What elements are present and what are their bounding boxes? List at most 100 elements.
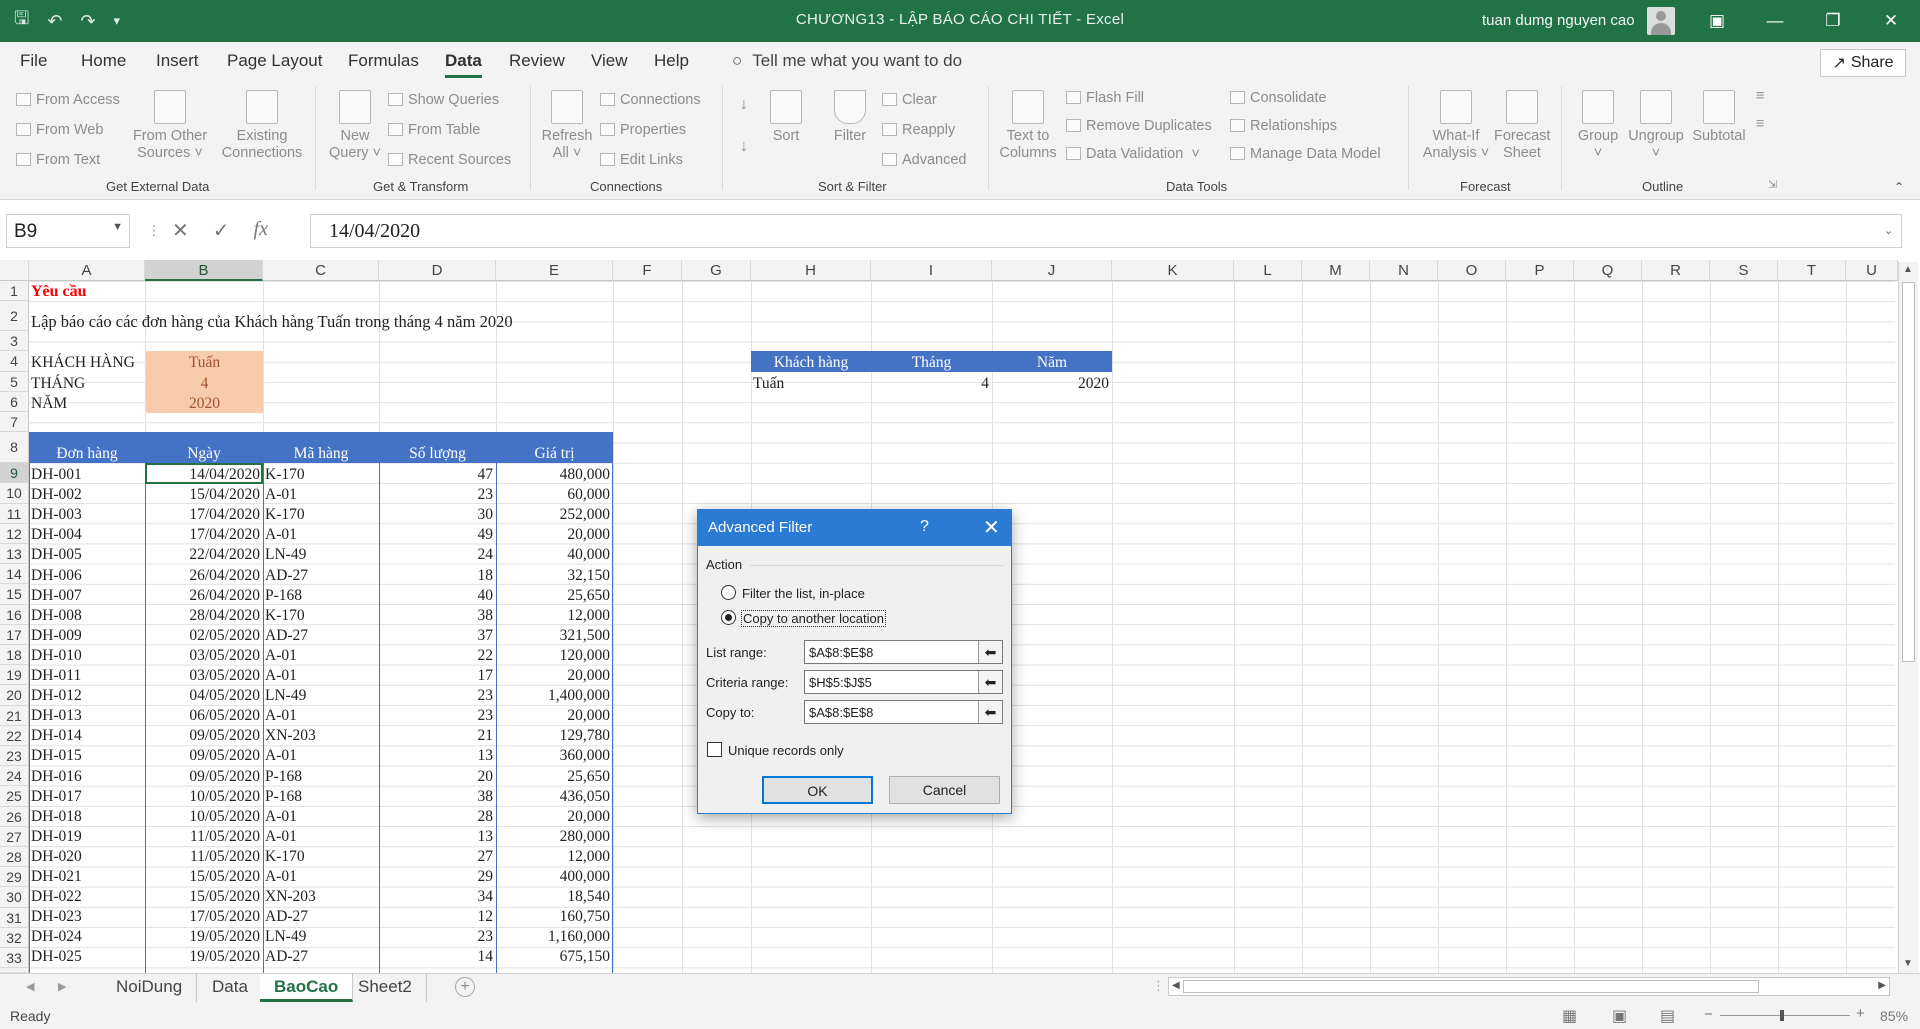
table-cell[interactable]: 03/05/2020	[145, 645, 263, 665]
table-cell[interactable]: P-168	[263, 786, 379, 806]
sort-z-a-button[interactable]: ↓	[734, 138, 754, 155]
vertical-scroll-thumb[interactable]	[1902, 282, 1915, 662]
year-value[interactable]: 2020	[146, 393, 263, 413]
text-to-columns-button[interactable]: Text to Columns	[996, 90, 1060, 162]
zoom-in-icon[interactable]: +	[1856, 1005, 1865, 1022]
scroll-right-icon[interactable]: ▶	[1878, 980, 1886, 991]
restore-ribbon-icon[interactable]: ▣	[1688, 0, 1746, 42]
column-header[interactable]: S	[1710, 260, 1778, 281]
row-header[interactable]: 13	[0, 544, 29, 565]
row-header[interactable]: 10	[0, 483, 29, 504]
table-cell[interactable]: 20,000	[496, 806, 613, 826]
table-cell[interactable]: DH-015	[29, 745, 145, 765]
column-header[interactable]: B	[145, 260, 263, 281]
from-other-sources-button[interactable]: From Other Sources ˅	[128, 90, 212, 162]
row-header[interactable]: 5	[0, 371, 29, 392]
filter-button[interactable]: Filter	[826, 90, 874, 145]
tab-data[interactable]: Data	[445, 51, 482, 78]
table-cell[interactable]: DH-017	[29, 786, 145, 806]
maximize-icon[interactable]: ❐	[1804, 0, 1862, 42]
table-cell[interactable]: DH-014	[29, 725, 145, 745]
sheet-tab-sheet2[interactable]: Sheet2	[344, 974, 427, 1002]
table-cell[interactable]: 22	[379, 645, 496, 665]
avatar[interactable]	[1647, 7, 1675, 35]
table-cell[interactable]: 37	[379, 625, 496, 645]
table-cell[interactable]: 29	[379, 866, 496, 886]
table-cell[interactable]: 11/05/2020	[145, 846, 263, 866]
from-table-button[interactable]: From Table	[388, 122, 480, 138]
column-header[interactable]: G	[682, 260, 751, 281]
table-cell[interactable]: A-01	[263, 745, 379, 765]
table-cell[interactable]: 252,000	[496, 504, 613, 524]
table-cell[interactable]: 10/05/2020	[145, 806, 263, 826]
table-cell[interactable]: 47	[379, 464, 496, 484]
customer-value[interactable]: Tuấn	[146, 352, 263, 372]
row-header[interactable]: 8	[0, 432, 29, 464]
collapse-ribbon-icon[interactable]: ⌃	[1894, 180, 1904, 194]
table-cell[interactable]: 20,000	[496, 524, 613, 544]
tab-page-layout[interactable]: Page Layout	[227, 51, 322, 71]
select-all-corner[interactable]	[0, 260, 29, 281]
table-cell[interactable]: LN-49	[263, 685, 379, 705]
criteria-range-input[interactable]: $H$5:$J$5 ⬅	[804, 670, 1003, 694]
copy-to-picker-icon[interactable]: ⬅	[978, 701, 1002, 723]
table-cell[interactable]: K-170	[263, 464, 379, 484]
table-cell[interactable]: 1,160,000	[496, 926, 613, 946]
tab-insert[interactable]: Insert	[156, 51, 199, 71]
column-header[interactable]: K	[1112, 260, 1234, 281]
table-cell[interactable]: A-01	[263, 806, 379, 826]
table-cell[interactable]: 12,000	[496, 605, 613, 625]
show-detail-icon[interactable]: ≡	[1756, 88, 1764, 104]
expand-formula-bar-icon[interactable]: ⌄	[1884, 224, 1893, 237]
column-header[interactable]: M	[1302, 260, 1370, 281]
properties-button[interactable]: Properties	[600, 122, 686, 138]
column-header[interactable]: P	[1506, 260, 1574, 281]
table-cell[interactable]: DH-020	[29, 846, 145, 866]
filter-in-place-radio[interactable]	[721, 585, 736, 600]
list-range-input[interactable]: $A$8:$E$8 ⬅	[804, 640, 1003, 664]
row-header[interactable]: 18	[0, 645, 29, 666]
table-cell[interactable]: 03/05/2020	[145, 665, 263, 685]
page-break-view-icon[interactable]: ▤	[1660, 1006, 1675, 1026]
row-header[interactable]: 25	[0, 786, 29, 807]
column-header[interactable]: U	[1846, 260, 1898, 281]
scroll-down-icon[interactable]: ▼	[1903, 958, 1913, 969]
table-cell[interactable]: LN-49	[263, 544, 379, 564]
table-cell[interactable]: DH-016	[29, 766, 145, 786]
cancel-entry-icon[interactable]: ✕	[172, 218, 189, 243]
share-button[interactable]: ↗ Share	[1820, 49, 1906, 77]
table-cell[interactable]: 38	[379, 786, 496, 806]
table-cell[interactable]: 20,000	[496, 705, 613, 725]
table-cell[interactable]: 19/05/2020	[145, 926, 263, 946]
what-if-analysis-button[interactable]: What-If Analysis ˅	[1418, 90, 1494, 162]
table-cell[interactable]: 23	[379, 926, 496, 946]
group-button[interactable]: Group ˅	[1570, 90, 1626, 162]
copy-to-location-label[interactable]: Copy to another location	[741, 610, 886, 627]
tab-file[interactable]: File	[20, 51, 47, 71]
table-cell[interactable]: 120,000	[496, 645, 613, 665]
help-icon[interactable]: ?	[920, 518, 929, 536]
tab-formulas[interactable]: Formulas	[348, 51, 419, 71]
column-header[interactable]: C	[263, 260, 379, 281]
table-cell[interactable]: A-01	[263, 826, 379, 846]
table-cell[interactable]: 06/05/2020	[145, 705, 263, 725]
table-cell[interactable]: K-170	[263, 846, 379, 866]
sheet-tab-baocao[interactable]: BaoCao	[260, 974, 354, 1002]
table-cell[interactable]: 49	[379, 524, 496, 544]
table-cell[interactable]: 23	[379, 484, 496, 504]
table-cell[interactable]: XN-203	[263, 886, 379, 906]
normal-view-icon[interactable]: ▦	[1562, 1006, 1577, 1026]
month-value[interactable]: 4	[146, 373, 263, 393]
table-cell[interactable]: 436,050	[496, 786, 613, 806]
advanced-button[interactable]: Advanced	[882, 152, 967, 168]
manage-data-model-button[interactable]: Manage Data Model	[1230, 146, 1381, 162]
column-header[interactable]: R	[1642, 260, 1710, 281]
name-box[interactable]: B9 ▼	[6, 214, 130, 248]
table-cell[interactable]: DH-012	[29, 685, 145, 705]
table-cell[interactable]: 60,000	[496, 484, 613, 504]
row-header[interactable]: 3	[0, 331, 29, 352]
forecast-sheet-button[interactable]: Forecast Sheet	[1494, 90, 1550, 162]
hide-detail-icon[interactable]: ≡	[1756, 116, 1764, 132]
table-cell[interactable]: DH-002	[29, 484, 145, 504]
column-header[interactable]: E	[496, 260, 613, 281]
